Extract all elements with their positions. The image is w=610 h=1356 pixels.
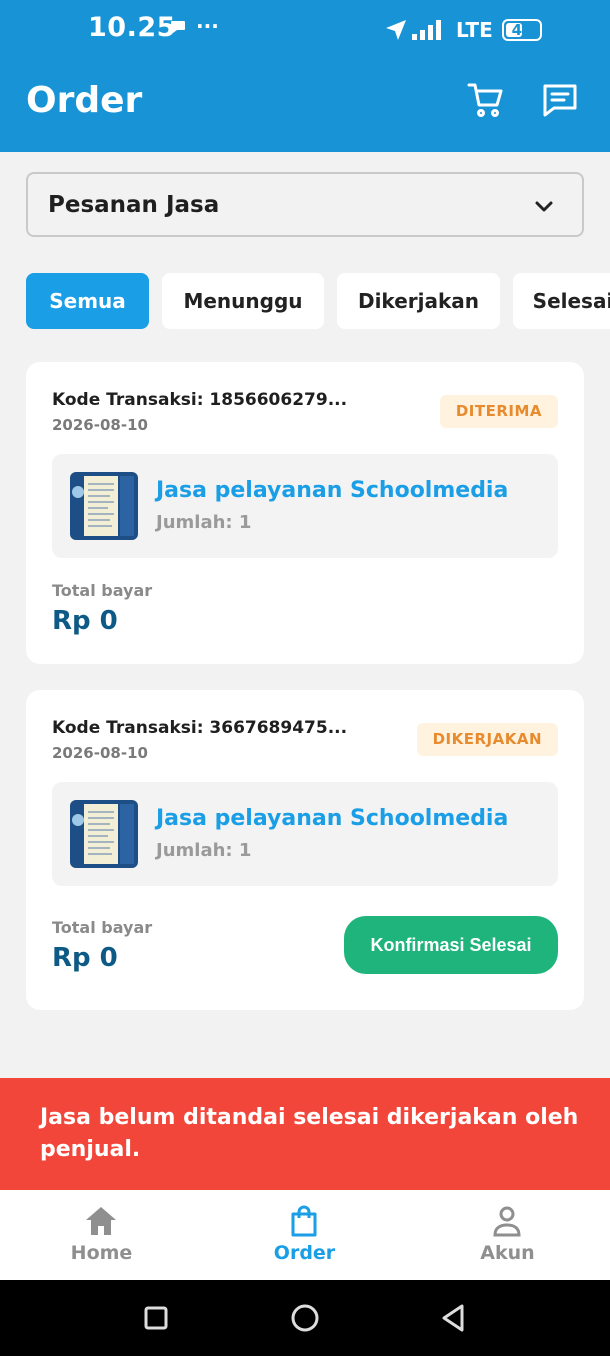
page-title: Order [26,80,143,121]
tab-dikerjakan[interactable]: Dikerjakan [337,273,500,329]
tab-selesai[interactable]: Selesai [513,273,610,329]
tab-menunggu[interactable]: Menunggu [162,273,324,329]
more-notifications-icon: ··· [196,14,219,38]
cart-icon[interactable] [466,80,506,120]
person-icon [493,1206,521,1237]
confirm-done-button[interactable]: Konfirmasi Selesai [344,916,558,974]
nav-order[interactable]: Order [203,1190,406,1280]
top-bar: 10.25 ··· LTE 47 Order [0,0,610,152]
chevron-down-icon [535,201,553,212]
home-button-icon[interactable] [289,1302,321,1334]
bottom-navigation: Home Order Akun [0,1190,610,1280]
status-time: 10.25 [88,12,176,43]
dropdown-selected-value: Pesanan Jasa [48,192,220,218]
battery-icon: 47 [502,19,542,41]
product-thumbnail [70,472,138,540]
recent-apps-icon[interactable] [140,1302,172,1334]
status-badge: DITERIMA [439,395,558,428]
status-bar: 10.25 ··· LTE 47 [0,0,610,60]
location-icon [386,20,406,40]
order-card[interactable]: Kode Transaksi: 3667689475... 2026-08-10… [26,690,584,1010]
product-thumbnail [70,800,138,868]
status-badge: DIKERJAKAN [416,723,558,756]
network-type: LTE [456,18,493,42]
order-date: 2026-08-10 [52,744,148,762]
nav-order-label: Order [273,1242,336,1264]
total-value: Rp 0 [52,606,118,636]
item-name: Jasa pelayanan Schoolmedia [156,806,509,831]
back-icon[interactable] [438,1302,470,1334]
nav-home[interactable]: Home [0,1190,203,1280]
snackbar-message: Jasa belum ditandai selesai dikerjakan o… [40,1105,579,1162]
system-navigation-bar [0,1280,610,1356]
battery-level: 47 [511,21,533,39]
nav-akun[interactable]: Akun [406,1190,609,1280]
total-label: Total bayar [52,581,153,600]
order-item[interactable]: Jasa pelayanan Schoolmedia Jumlah: 1 [52,782,558,886]
item-name: Jasa pelayanan Schoolmedia [156,478,509,503]
total-label: Total bayar [52,918,153,937]
error-snackbar: Jasa belum ditandai selesai dikerjakan o… [0,1078,610,1190]
total-value: Rp 0 [52,943,118,973]
tab-semua[interactable]: Semua [26,273,149,329]
signal-icon [412,20,441,40]
item-quantity: Jumlah: 1 [156,840,252,861]
shopping-bag-icon [291,1205,317,1237]
order-date: 2026-08-10 [52,416,148,434]
order-item[interactable]: Jasa pelayanan Schoolmedia Jumlah: 1 [52,454,558,558]
item-quantity: Jumlah: 1 [156,512,252,533]
nav-home-label: Home [70,1242,133,1264]
chat-notification-icon [171,21,185,33]
order-card[interactable]: Kode Transaksi: 1856606279... 2026-08-10… [26,362,584,664]
home-icon [86,1207,116,1235]
transaction-code: Kode Transaksi: 3667689475... [52,718,348,738]
transaction-code: Kode Transaksi: 1856606279... [52,390,348,410]
nav-akun-label: Akun [480,1242,535,1264]
message-icon[interactable] [540,80,580,120]
order-type-dropdown[interactable]: Pesanan Jasa [26,172,584,237]
